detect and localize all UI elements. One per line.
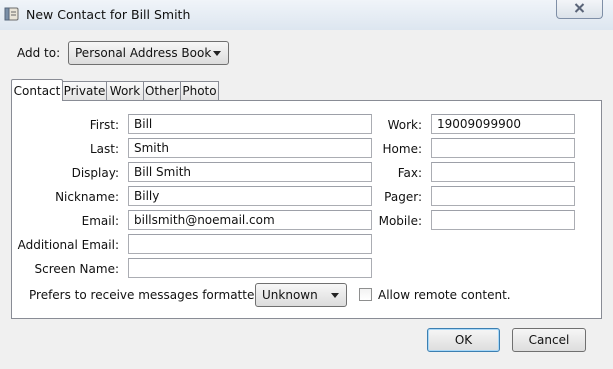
first-name-field[interactable]: Bill — [128, 114, 372, 134]
tab-contact-label: Contact — [13, 83, 61, 98]
home-phone-field[interactable] — [431, 138, 575, 158]
screen-name-field[interactable] — [128, 258, 372, 278]
message-format-dropdown[interactable]: Unknown — [255, 283, 347, 307]
close-window-button[interactable] — [556, 0, 603, 19]
display-name-field[interactable]: Bill Smith — [128, 162, 372, 182]
chevron-down-icon — [331, 293, 339, 298]
display-name-label: Display: — [71, 166, 119, 180]
tab-work[interactable]: Work — [106, 81, 144, 100]
message-format-label: Prefers to receive messages formatted as… — [29, 288, 284, 302]
additional-email-field[interactable] — [128, 234, 372, 254]
window-title: New Contact for Bill Smith — [26, 7, 191, 22]
tab-other[interactable]: Other — [143, 81, 181, 100]
chevron-down-icon — [213, 51, 221, 56]
tab-private-label: Private — [63, 84, 106, 98]
address-book-dropdown-value: Personal Address Book — [75, 46, 212, 60]
tab-work-label: Work — [109, 84, 141, 98]
home-phone-label: Home: — [382, 142, 422, 156]
cancel-button-label: Cancel — [528, 333, 570, 347]
email-field[interactable]: billsmith@noemail.com — [128, 210, 372, 230]
allow-remote-content-label[interactable]: Allow remote content. — [378, 288, 511, 302]
last-name-field[interactable]: Smith — [128, 138, 372, 158]
fax-field[interactable] — [431, 162, 575, 182]
ok-button[interactable]: OK — [427, 328, 500, 352]
pager-label: Pager: — [384, 190, 422, 204]
message-format-value: Unknown — [262, 288, 318, 302]
additional-email-label: Additional Email: — [17, 238, 119, 252]
tab-private[interactable]: Private — [62, 81, 107, 100]
title-bar: New Contact for Bill Smith — [0, 0, 613, 30]
email-label: Email: — [81, 214, 119, 228]
screen-name-label: Screen Name: — [34, 262, 119, 276]
work-phone-field[interactable]: 19009099900 — [431, 114, 575, 134]
close-icon — [574, 2, 585, 16]
address-book-icon — [4, 7, 20, 22]
tab-contact[interactable]: Contact — [11, 79, 63, 101]
add-to-label: Add to: — [17, 46, 61, 60]
address-book-dropdown[interactable]: Personal Address Book — [68, 41, 229, 65]
tab-other-label: Other — [144, 84, 180, 98]
fax-label: Fax: — [397, 166, 422, 180]
mobile-label: Mobile: — [378, 214, 422, 228]
tab-photo[interactable]: Photo — [180, 81, 219, 100]
nickname-label: Nickname: — [55, 190, 119, 204]
mobile-field[interactable] — [431, 210, 575, 230]
cancel-button[interactable]: Cancel — [512, 328, 586, 352]
pager-field[interactable] — [431, 186, 575, 206]
tab-photo-label: Photo — [182, 84, 217, 98]
work-phone-label: Work: — [387, 118, 422, 132]
ok-button-label: OK — [454, 333, 473, 347]
allow-remote-content-checkbox[interactable] — [359, 288, 372, 301]
first-name-label: First: — [89, 118, 119, 132]
nickname-field[interactable]: Billy — [128, 186, 372, 206]
last-name-label: Last: — [89, 142, 119, 156]
